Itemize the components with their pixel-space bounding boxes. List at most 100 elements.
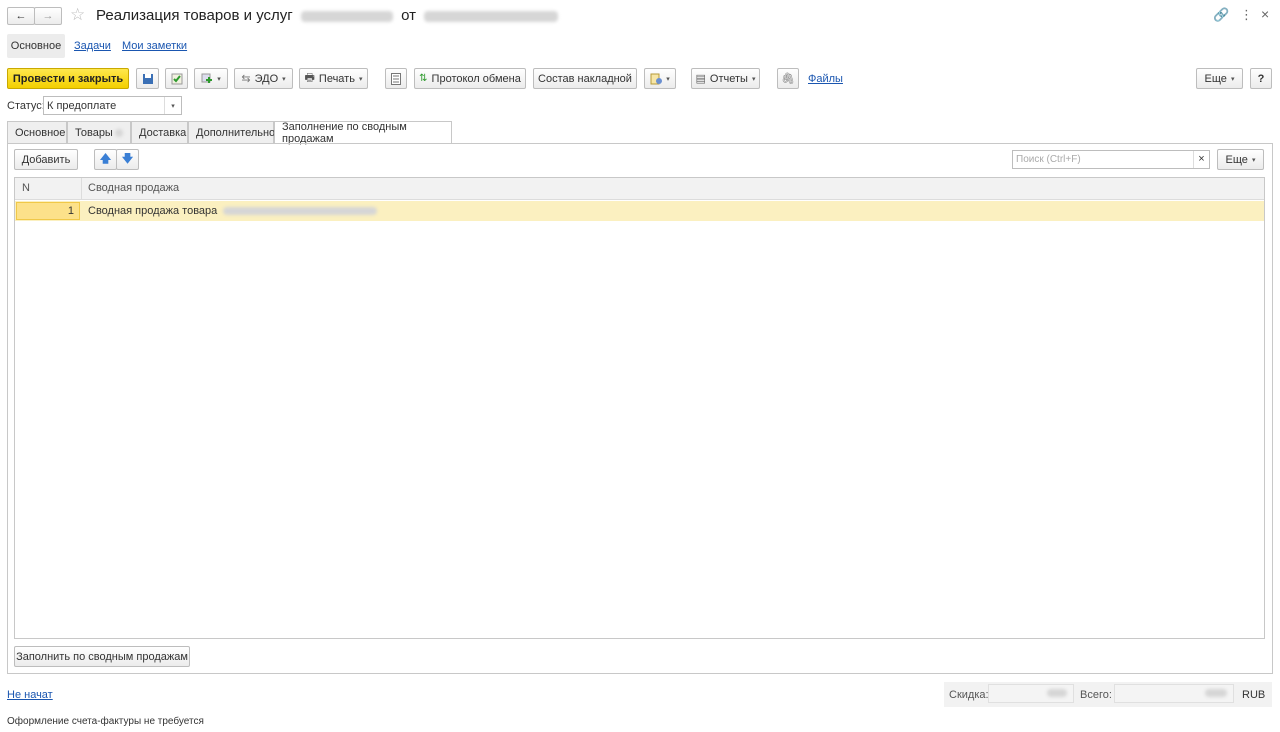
edo-label: ЭДО xyxy=(254,72,279,85)
goods-count-blurred xyxy=(114,128,123,137)
clear-icon[interactable]: × xyxy=(1193,151,1209,168)
journal-button[interactable] xyxy=(385,68,407,89)
documents-icon xyxy=(650,73,663,85)
move-up-button[interactable]: 🡅 xyxy=(94,149,117,170)
exchange-protocol-button[interactable]: ⇅ Протокол обмена xyxy=(414,68,526,89)
total-label: Всего: xyxy=(1080,689,1112,701)
summary-sales-table[interactable]: N Сводная продажа 1 Сводная продажа това… xyxy=(14,177,1265,639)
status-select[interactable]: К предоплате ▾ xyxy=(43,96,182,115)
tab-main-label: Основное xyxy=(15,126,66,139)
page-title-from: от xyxy=(401,7,416,24)
summary-sale-details-blurred xyxy=(223,207,378,216)
status-label: Статус: xyxy=(7,100,45,112)
invoice-note: Оформление счета-фактуры не требуется xyxy=(7,716,204,727)
save-icon xyxy=(142,73,154,85)
page-title-text: Реализация товаров и услуг xyxy=(96,7,293,24)
chevron-down-icon[interactable]: ▾ xyxy=(164,97,181,114)
column-header-summary-sale[interactable]: Сводная продажа xyxy=(88,182,179,194)
search-placeholder: Поиск (Ctrl+F) xyxy=(1016,154,1081,165)
move-down-button[interactable]: 🡇 xyxy=(116,149,139,170)
total-field xyxy=(1114,684,1234,703)
chevron-down-icon: ▾ xyxy=(217,75,221,83)
section-tab-main-label: Основное xyxy=(10,40,62,52)
currency-label: RUB xyxy=(1242,689,1266,701)
chevron-down-icon: ▾ xyxy=(358,75,363,83)
total-value-blurred xyxy=(1205,689,1227,697)
paperclip-icon: 🖇 xyxy=(781,73,795,85)
page-title: Реализация товаров и услуг от xyxy=(96,7,559,24)
post-document-icon xyxy=(171,73,183,85)
help-button[interactable]: ? xyxy=(1250,68,1272,89)
discount-field xyxy=(988,684,1074,703)
column-header-n[interactable]: N xyxy=(22,182,30,194)
edo-button[interactable]: ⇆ ЭДО ▾ xyxy=(234,68,293,89)
chevron-down-icon: ▾ xyxy=(1251,156,1256,164)
fill-by-summary-sales-button[interactable]: Заполнить по сводным продажам xyxy=(14,646,190,667)
edo-state-link[interactable]: Не начат xyxy=(7,689,53,701)
arrow-up-icon: 🡅 xyxy=(99,153,112,165)
exchange-protocol-label: Протокол обмена xyxy=(431,72,521,85)
row-summary-sale-text: Сводная продажа товара xyxy=(88,205,218,217)
create-based-on-button[interactable]: ▾ xyxy=(194,68,228,89)
forward-button[interactable]: → xyxy=(34,7,62,25)
tab-delivery[interactable]: Доставка xyxy=(131,121,188,143)
arrow-left-icon: ← xyxy=(15,10,27,22)
add-button[interactable]: Добавить xyxy=(14,149,78,170)
edo-icon: ⇆ xyxy=(241,73,251,85)
invoice-content-button[interactable]: Состав накладной xyxy=(533,68,637,89)
files-link[interactable]: Файлы xyxy=(808,73,843,85)
table-row[interactable]: 1 Сводная продажа товара xyxy=(15,201,1264,221)
post-button[interactable] xyxy=(165,68,188,89)
search-input[interactable]: Поиск (Ctrl+F) × xyxy=(1012,150,1210,169)
print-label: Печать xyxy=(318,72,355,85)
fill-by-summary-sales-label: Заполнить по сводным продажам xyxy=(16,650,188,663)
attachment-button[interactable]: 🖇 xyxy=(777,68,799,89)
create-based-on-icon xyxy=(201,73,213,85)
add-label: Добавить xyxy=(21,153,71,166)
discount-label: Скидка: xyxy=(949,689,989,701)
exchange-icon: ⇅ xyxy=(419,73,428,84)
more-label: Еще xyxy=(1204,72,1227,85)
discount-value-blurred xyxy=(1047,689,1067,697)
printer-icon: 🖶 xyxy=(304,72,315,84)
tab-goods[interactable]: Товары xyxy=(67,121,131,143)
save-button[interactable] xyxy=(136,68,159,89)
row-summary-sale-cell[interactable]: Сводная продажа товара xyxy=(88,205,378,217)
invoice-content-label: Состав накладной xyxy=(538,72,632,85)
table-header: N Сводная продажа xyxy=(15,178,1264,200)
arrow-right-icon: → xyxy=(42,10,54,22)
chevron-down-icon: ▾ xyxy=(1230,75,1235,83)
tab-fill-by-summary-sales-label: Заполнение по сводным продажам xyxy=(282,121,407,145)
row-number-cell[interactable]: 1 xyxy=(16,202,80,220)
back-button[interactable]: ← xyxy=(7,7,35,25)
section-tab-main[interactable]: Основное xyxy=(7,34,65,58)
document-date-blurred xyxy=(424,10,559,22)
tab-main[interactable]: Основное xyxy=(7,121,67,143)
chevron-down-icon: ▾ xyxy=(666,75,670,83)
reports-button[interactable]: ▤ Отчеты ▾ xyxy=(691,68,760,89)
status-value: К предоплате xyxy=(47,100,117,112)
post-and-close-label: Провести и закрыть xyxy=(12,72,124,85)
chevron-down-icon: ▾ xyxy=(282,75,286,83)
tab-additional[interactable]: Дополнительно xyxy=(188,121,276,143)
favorite-star-icon[interactable]: ☆ xyxy=(70,5,85,25)
table-more-label: Еще xyxy=(1225,153,1248,166)
table-more-button[interactable]: Еще ▾ xyxy=(1217,149,1264,170)
document-number-blurred xyxy=(300,10,393,22)
list-icon xyxy=(391,72,401,85)
reports-label: Отчеты xyxy=(709,72,748,85)
tab-additional-label: Дополнительно xyxy=(196,126,276,139)
more-button[interactable]: Еще ▾ xyxy=(1196,68,1243,89)
tab-fill-by-summary-sales[interactable]: Заполнение по сводным продажам xyxy=(274,121,452,145)
help-label: ? xyxy=(1257,72,1265,85)
link-icon[interactable]: 🔗 xyxy=(1213,7,1229,23)
attach-docs-button[interactable]: ▾ xyxy=(644,68,676,89)
print-button[interactable]: 🖶 Печать ▾ xyxy=(299,68,368,89)
section-tab-notes[interactable]: Мои заметки xyxy=(122,40,187,52)
section-tab-tasks[interactable]: Задачи xyxy=(74,40,111,52)
column-divider xyxy=(81,178,82,200)
more-vertical-icon[interactable]: ⋮ xyxy=(1240,7,1253,23)
tab-goods-label: Товары xyxy=(75,126,113,139)
close-icon[interactable]: × xyxy=(1261,6,1269,22)
post-and-close-button[interactable]: Провести и закрыть xyxy=(7,68,129,89)
